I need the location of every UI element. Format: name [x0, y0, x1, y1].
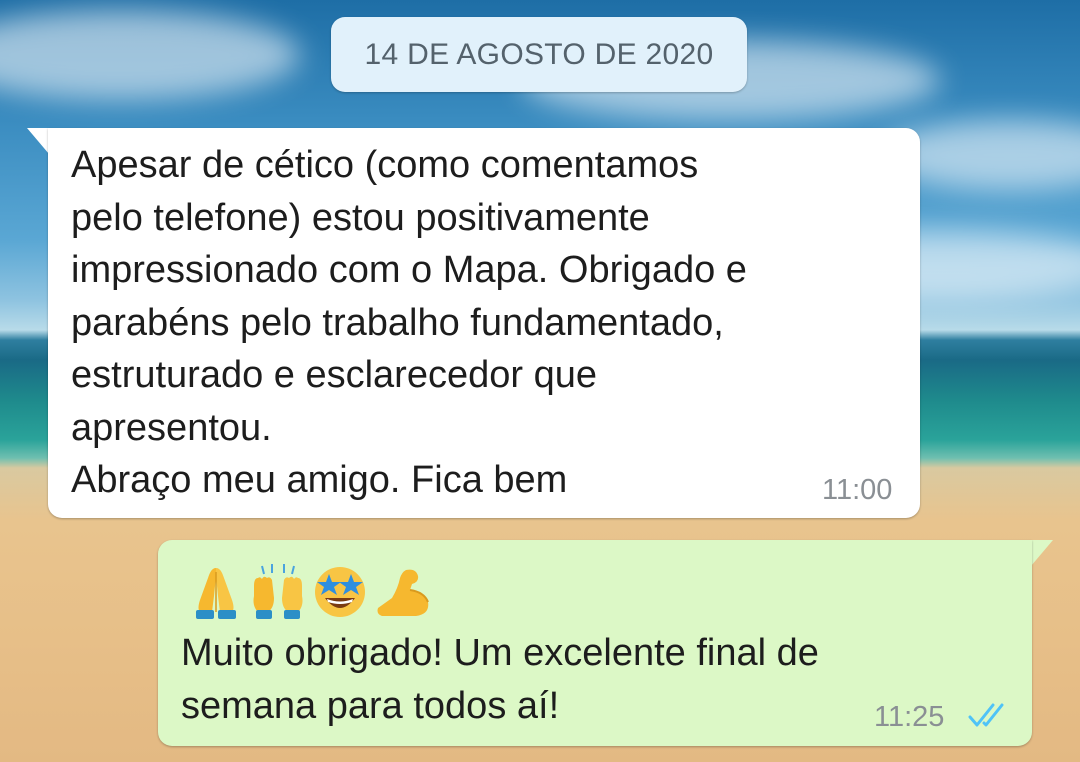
folded-hands-emoji [196, 568, 236, 619]
date-separator: 14 DE AGOSTO DE 2020 [331, 17, 747, 92]
outgoing-bubble-tail [1031, 540, 1053, 566]
star-struck-emoji [315, 567, 365, 617]
emoji-row [186, 562, 432, 620]
read-double-check-icon [968, 703, 1004, 727]
incoming-message-time: 11:00 [822, 474, 893, 506]
outgoing-message-time: 11:25 [874, 701, 945, 733]
incoming-message-text: Apesar de cético (como comentamos pelo t… [71, 144, 747, 501]
incoming-bubble-tail [27, 128, 49, 154]
raising-hands-emoji [253, 564, 303, 619]
cloud [0, 10, 300, 100]
flexed-biceps-emoji [377, 569, 429, 616]
